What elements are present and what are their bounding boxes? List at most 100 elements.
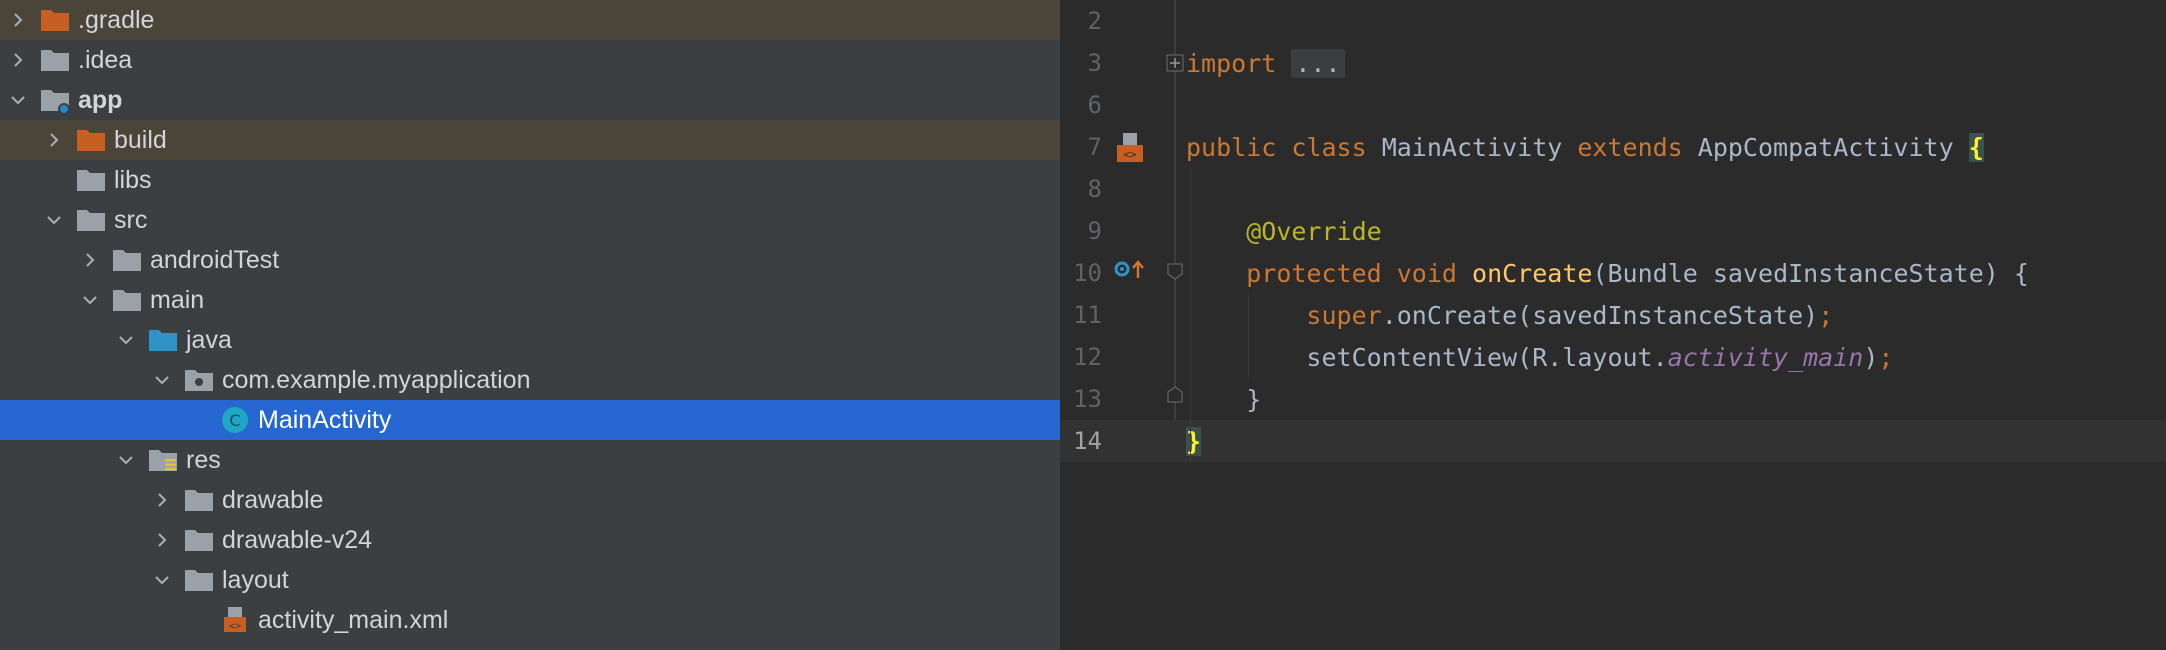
code-token: setContentView(R.layout. — [1306, 342, 1668, 372]
tree-item[interactable]: java — [0, 320, 1060, 360]
code-line[interactable]: 6 — [1060, 84, 2166, 126]
chevron-down-icon[interactable] — [150, 360, 174, 400]
chevron-down-icon[interactable] — [114, 440, 138, 480]
chevron-down-icon[interactable] — [42, 200, 66, 240]
override-method-icon[interactable] — [1112, 258, 1146, 280]
keyword-token: class — [1291, 132, 1367, 162]
keyword-token: protected — [1246, 258, 1382, 288]
field-token: activity_main — [1667, 342, 1864, 372]
tree-item[interactable]: main — [0, 280, 1060, 320]
folder-icon — [112, 245, 142, 275]
chevron-right-icon[interactable] — [6, 40, 30, 80]
tree-item[interactable]: androidTest — [0, 240, 1060, 280]
resources-folder-icon — [148, 445, 178, 475]
chevron-right-icon[interactable] — [42, 120, 66, 160]
line-number: 2 — [1087, 7, 1102, 35]
folder-icon — [184, 525, 214, 555]
fold-end-icon[interactable] — [1166, 386, 1184, 404]
source-folder-icon — [148, 325, 178, 355]
tree-item[interactable]: <> activity_main.xml — [0, 600, 1060, 640]
tree-item-label: layout — [222, 565, 289, 594]
folder-icon — [40, 5, 70, 35]
code-token: AppCompatActivity — [1682, 132, 1969, 162]
tree-item-label: .gradle — [78, 5, 155, 34]
chevron-down-icon[interactable] — [114, 320, 138, 360]
code-line[interactable]: 3 import ... — [1060, 42, 2166, 84]
tree-item-label: main — [150, 285, 205, 314]
tree-item-label: activity_main.xml — [258, 605, 449, 634]
chevron-down-icon[interactable] — [150, 560, 174, 600]
tree-item[interactable]: layout — [0, 560, 1060, 600]
code-line[interactable]: 11 super.onCreate(savedInstanceState); — [1060, 294, 2166, 336]
project-tree[interactable]: .gradle .idea app build libs src androidTest ma… — [0, 0, 1060, 650]
code-line[interactable]: 7 public class MainActivity extends AppCo… — [1060, 126, 2166, 168]
keyword-token: super — [1306, 300, 1382, 330]
code-text: public class MainActivity extends AppCom… — [1186, 132, 1984, 162]
tree-item[interactable]: com.example.myapplication — [0, 360, 1060, 400]
annotation-token: @Override — [1246, 216, 1382, 246]
module-folder-icon — [40, 85, 70, 115]
code-line[interactable]: 12 setContentView(R.layout.activity_main… — [1060, 336, 2166, 378]
chevron-right-icon[interactable] — [150, 520, 174, 560]
tree-item-label: libs — [114, 165, 152, 194]
chevron-right-icon[interactable] — [78, 240, 102, 280]
tree-item[interactable]: .idea — [0, 40, 1060, 80]
keyword-token: ; — [1818, 300, 1834, 330]
tree-item-label: com.example.myapplication — [222, 365, 531, 394]
package-icon — [184, 365, 214, 395]
folder-icon — [184, 485, 214, 515]
tree-item[interactable]: libs — [0, 160, 1060, 200]
fold-collapse-icon[interactable] — [1166, 262, 1184, 280]
chevron-right-icon[interactable] — [6, 0, 30, 40]
line-number: 13 — [1073, 385, 1102, 413]
code-token: MainActivity — [1366, 132, 1578, 162]
fold-expand-icon[interactable] — [1166, 54, 1184, 72]
code-line[interactable]: 8 — [1060, 168, 2166, 210]
chevron-down-icon[interactable] — [6, 80, 30, 120]
layout-file-icon: <> — [220, 605, 250, 635]
tree-item[interactable]: res — [0, 440, 1060, 480]
line-number: 12 — [1073, 343, 1102, 371]
code-line[interactable]: 10 protected void onCreate(Bundle savedI… — [1060, 252, 2166, 294]
line-number: 7 — [1087, 133, 1102, 161]
code-line[interactable]: 2 — [1060, 0, 2166, 42]
code-text: } — [1186, 426, 1202, 456]
code-token: (Bundle savedInstanceState) { — [1592, 258, 2029, 288]
chevron-right-icon[interactable] — [150, 480, 174, 520]
folder-icon — [76, 205, 106, 235]
line-number: 14 — [1073, 427, 1102, 455]
code-line[interactable]: 9 @Override — [1060, 210, 2166, 252]
code-line[interactable]: 14} — [1060, 420, 2166, 462]
tree-item-label: androidTest — [150, 245, 280, 274]
tree-item[interactable]: app — [0, 80, 1060, 120]
indent-guide — [1248, 294, 1249, 378]
keyword-token: void — [1396, 258, 1457, 288]
tree-item[interactable]: C MainActivity — [0, 400, 1060, 440]
line-number: 11 — [1073, 301, 1102, 329]
folder-icon — [112, 285, 142, 315]
code-text: @Override — [1186, 216, 1382, 246]
tree-item[interactable]: drawable — [0, 480, 1060, 520]
tree-item-label: drawable-v24 — [222, 525, 373, 554]
ide-window: .gradle .idea app build libs src androidTest ma… — [0, 0, 2166, 650]
tree-item[interactable]: .gradle — [0, 0, 1060, 40]
folder-icon — [76, 125, 106, 155]
code-editor[interactable]: 2 3 import ... 6 7 public class MainActivity … — [1060, 0, 2166, 650]
chevron-down-icon[interactable] — [78, 280, 102, 320]
tree-item[interactable]: src — [0, 200, 1060, 240]
tree-item-label: drawable — [222, 485, 324, 514]
line-number: 6 — [1087, 91, 1102, 119]
line-number: 9 — [1087, 217, 1102, 245]
line-number: 3 — [1087, 49, 1102, 77]
folded-imports[interactable]: ... — [1291, 48, 1345, 78]
tree-item[interactable]: drawable-v24 — [0, 520, 1060, 560]
code-line[interactable]: 13 } — [1060, 378, 2166, 420]
method-token: onCreate — [1472, 258, 1593, 288]
tree-item[interactable]: build — [0, 120, 1060, 160]
svg-text:C: C — [229, 411, 240, 430]
layout-file-icon[interactable]: <> — [1114, 132, 1146, 164]
code-token: } — [1186, 384, 1262, 414]
